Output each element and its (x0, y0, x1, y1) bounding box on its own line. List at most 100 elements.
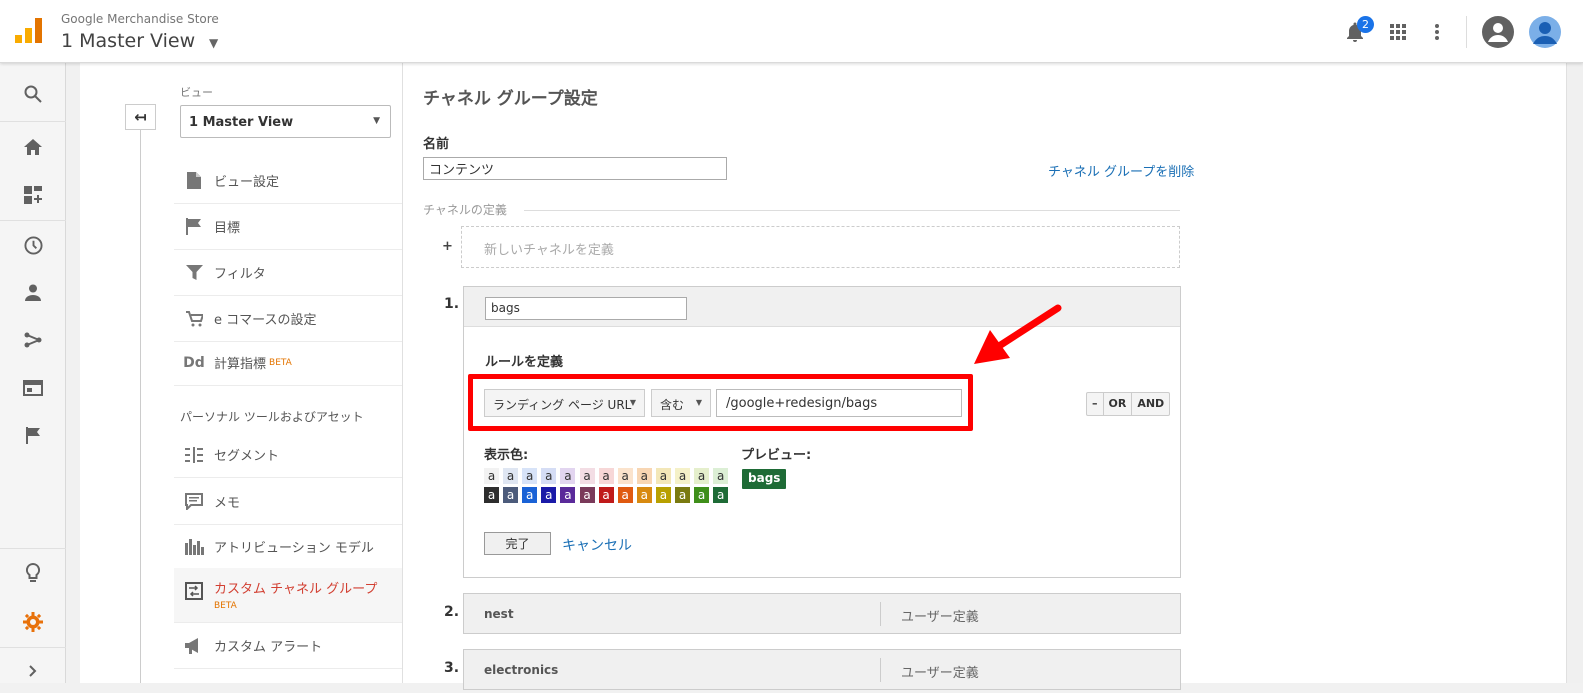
color-swatch-light[interactable]: a (484, 468, 499, 484)
segment-icon (174, 446, 214, 463)
color-swatch-light[interactable]: a (522, 468, 538, 484)
back-arrow-button[interactable]: ↤ (125, 104, 156, 130)
flag-icon (174, 218, 214, 235)
view-select[interactable]: 1 Master View ▼ (180, 105, 391, 138)
color-swatch-dark[interactable]: a (655, 487, 671, 503)
notification-badge: 2 (1357, 16, 1374, 33)
color-swatch-dark[interactable]: a (503, 487, 519, 503)
menu-item-goals[interactable]: 目標 (174, 204, 402, 250)
document-icon (174, 172, 214, 189)
color-swatch-light[interactable]: a (655, 468, 671, 484)
analytics-logo-icon[interactable] (15, 18, 43, 46)
menu-item-annotations[interactable]: メモ (174, 479, 402, 525)
acquisition-icon[interactable] (0, 318, 66, 362)
search-icon[interactable] (0, 72, 66, 116)
color-swatch-light[interactable]: a (675, 468, 690, 484)
section-title: パーソナル ツールおよびアセット (180, 410, 364, 424)
color-swatch-dark[interactable]: a (598, 487, 614, 503)
chevron-down-icon: ▼ (373, 116, 380, 126)
lightbulb-icon[interactable] (0, 551, 66, 595)
behavior-icon[interactable] (0, 366, 66, 410)
menu-item-custom-channel-groups[interactable]: カスタム チャネル グループ BETA (174, 568, 402, 623)
color-swatch-light[interactable]: a (598, 468, 614, 484)
channel-name-input[interactable]: bags (485, 297, 687, 320)
gear-icon[interactable] (0, 600, 66, 644)
megaphone-icon (174, 637, 214, 654)
scrollbar[interactable] (1566, 63, 1583, 683)
name-label: 名前 (423, 137, 450, 152)
color-swatch-dark[interactable]: a (541, 487, 557, 503)
menu-item-label: 計算指標 (214, 357, 267, 372)
channel-row[interactable]: nest ユーザー定義 (463, 593, 1181, 634)
color-swatch-light[interactable]: a (694, 468, 710, 484)
color-swatch-light[interactable]: a (560, 468, 576, 484)
view-label: ビュー (180, 86, 213, 99)
or-button[interactable]: OR (1104, 393, 1133, 415)
color-swatch-light[interactable]: a (579, 468, 595, 484)
filter-icon (174, 265, 214, 280)
divider (1466, 16, 1467, 48)
menu-item-view-settings[interactable]: ビュー設定 (174, 158, 402, 204)
menu-item-custom-alerts[interactable]: カスタム アラート (174, 623, 402, 669)
chevron-down-icon[interactable]: ▼ (209, 36, 218, 50)
channel-row[interactable]: electronics ユーザー定義 (463, 649, 1181, 690)
color-swatch-light[interactable]: a (541, 468, 557, 484)
apps-grid-icon[interactable] (1384, 18, 1412, 46)
color-swatch-light[interactable]: a (503, 468, 519, 484)
more-vert-icon[interactable] (1423, 18, 1451, 46)
person-icon[interactable] (0, 270, 66, 314)
channel-number: 1. (444, 296, 460, 312)
color-swatch-dark[interactable]: a (484, 487, 499, 503)
avatar[interactable] (1529, 16, 1561, 48)
color-swatch-light[interactable]: a (617, 468, 633, 484)
color-swatch-dark[interactable]: a (617, 487, 633, 503)
beta-badge: BETA (269, 357, 292, 368)
flag-icon[interactable] (0, 413, 66, 457)
menu-item-attribution-models[interactable]: アトリビューション モデル (174, 524, 402, 570)
menu-item-label: カスタム アラート (214, 640, 323, 655)
view-name[interactable]: 1 Master View (61, 30, 195, 52)
delete-channel-group-link[interactable]: チャネル グループを削除 (1048, 161, 1194, 180)
remove-condition-button[interactable]: – (1087, 393, 1104, 415)
menu-item-ecommerce[interactable]: e コマースの設定 (174, 296, 402, 342)
channel-type: ユーザー定義 (901, 666, 979, 681)
menu-item-label: ビュー設定 (214, 175, 280, 190)
color-swatch-dark[interactable]: a (675, 487, 690, 503)
dd-icon: Dd (183, 354, 205, 371)
color-swatch-dark[interactable]: a (560, 487, 576, 503)
color-swatch-light[interactable]: a (713, 468, 729, 484)
menu-item-filters[interactable]: フィルタ (174, 250, 402, 296)
cancel-link[interactable]: キャンセル (562, 535, 632, 555)
chevron-right-icon[interactable] (0, 649, 66, 693)
clock-icon[interactable] (0, 223, 66, 267)
menu-item-segments[interactable]: セグメント (174, 432, 402, 478)
divider (880, 658, 881, 682)
beta-badge: BETA (214, 601, 237, 611)
home-icon[interactable] (0, 125, 66, 169)
color-swatch-dark[interactable]: a (694, 487, 710, 503)
and-button[interactable]: AND (1132, 393, 1169, 415)
left-navigation (0, 63, 66, 683)
done-button[interactable]: 完了 (484, 532, 551, 555)
menu-item-calculated-metrics[interactable]: Dd 計算指標 BETA (174, 340, 402, 386)
annotation-highlight-box (468, 374, 973, 431)
new-channel-button[interactable]: 新しいチャネルを定義 (461, 226, 1180, 268)
channel-number: 2. (444, 604, 460, 620)
account-name[interactable]: Google Merchandise Store (61, 12, 219, 26)
cart-icon (174, 310, 214, 327)
color-swatch-dark[interactable]: a (522, 487, 538, 503)
menu-item-label: メモ (214, 496, 241, 511)
menu-item-label: カスタム チャネル グループ (214, 582, 378, 597)
color-swatch-dark[interactable]: a (636, 487, 652, 503)
view-select-value: 1 Master View (189, 115, 294, 130)
channel-group-name-input[interactable] (423, 157, 727, 180)
plus-icon[interactable]: + (442, 239, 453, 254)
dashboard-add-icon[interactable] (0, 173, 66, 217)
account-circle-icon[interactable] (1482, 16, 1514, 48)
rule-definition-label: ルールを定義 (485, 355, 564, 370)
color-swatch-light[interactable]: a (636, 468, 652, 484)
color-swatch-dark[interactable]: a (579, 487, 595, 503)
channel-name: electronics (484, 663, 559, 677)
color-swatch-dark[interactable]: a (713, 487, 729, 503)
menu-item-label: セグメント (214, 449, 280, 464)
